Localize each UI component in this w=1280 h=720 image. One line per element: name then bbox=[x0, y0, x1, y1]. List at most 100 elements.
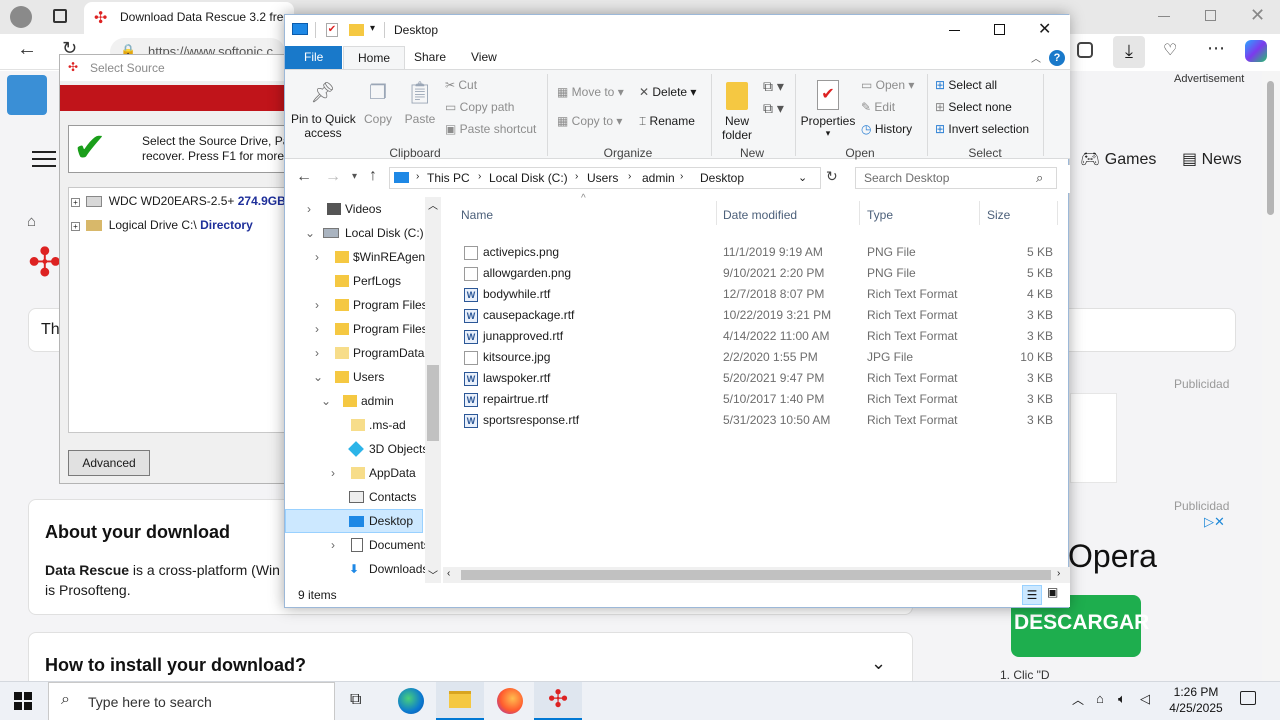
nav-item-program-files[interactable]: › Program Files bbox=[285, 293, 428, 317]
paste-shortcut-button[interactable]: ▣ Paste shortcut bbox=[445, 122, 536, 136]
breadcrumb-admin[interactable]: admin bbox=[642, 171, 675, 185]
drive-row-2[interactable]: + Logical Drive C:\ Directory bbox=[71, 218, 287, 232]
new-folder-quick-icon[interactable] bbox=[349, 24, 364, 36]
nav-item-winreagent[interactable]: › $WinREAgent bbox=[285, 245, 428, 269]
file-row[interactable]: Wsportsresponse.rtf 5/31/2023 10:50 AM Ric… bbox=[443, 410, 1063, 431]
hscroll-thumb[interactable] bbox=[461, 570, 1051, 580]
rename-button[interactable]: ⌶ Rename bbox=[639, 114, 695, 129]
tab-home[interactable]: Home bbox=[343, 46, 406, 69]
nav-item-contacts[interactable]: Contacts bbox=[285, 485, 425, 509]
network-icon[interactable]: ⌂ bbox=[1096, 691, 1104, 706]
nav-item-local-disk[interactable]: ⌄ Local Disk (C:) bbox=[285, 221, 425, 245]
taskbar-search[interactable]: ⌕ Type here to search bbox=[48, 682, 335, 720]
help-icon[interactable]: ? bbox=[1049, 50, 1065, 66]
nav-item-documents[interactable]: › Documents bbox=[285, 533, 430, 557]
history-button[interactable]: ◷ History bbox=[861, 122, 912, 136]
speaker-icon[interactable]: ◁ bbox=[1140, 691, 1150, 707]
expand-chevron-icon[interactable]: › bbox=[315, 341, 319, 365]
start-windows-icon[interactable] bbox=[14, 692, 32, 710]
column-name[interactable]: Name bbox=[461, 208, 493, 222]
expand-icon[interactable]: + bbox=[71, 198, 80, 207]
column-type[interactable]: Type bbox=[867, 208, 893, 222]
move-to-button[interactable]: ▦ Move to ▾ bbox=[557, 85, 624, 99]
back-icon[interactable]: ← bbox=[296, 168, 312, 186]
close-icon[interactable]: ✕ bbox=[1038, 19, 1051, 39]
file-row[interactable]: Wbodywhile.rtf 12/7/2018 8:07 PM Rich Text… bbox=[443, 284, 1063, 305]
scroll-left-icon[interactable]: ‹ bbox=[447, 568, 450, 579]
expand-chevron-icon[interactable]: › bbox=[307, 197, 311, 221]
maximize-icon[interactable] bbox=[994, 24, 1005, 35]
hamburger-menu-icon[interactable] bbox=[32, 151, 56, 167]
breadcrumb-this-pc[interactable]: This PC bbox=[427, 171, 470, 185]
search-input[interactable]: Search Desktop ⌕ bbox=[855, 167, 1057, 189]
pin-quick-access-button[interactable]: 📌︎ Pin to Quick access bbox=[291, 80, 356, 140]
select-all-button[interactable]: ⊞ Select all bbox=[935, 78, 997, 92]
scrollbar-thumb[interactable] bbox=[1267, 81, 1274, 215]
new-folder-button[interactable]: New folder bbox=[717, 80, 757, 142]
expand-chevron-icon[interactable]: › bbox=[315, 293, 319, 317]
nav-item-ms-ad[interactable]: .ms-ad bbox=[285, 413, 425, 437]
new-item-button[interactable]: ⧉ ▾ bbox=[763, 78, 784, 95]
copy-to-button[interactable]: ▦ Copy to ▾ bbox=[557, 114, 622, 128]
tray-chevron-icon[interactable]: ︿ bbox=[1072, 691, 1084, 708]
breadcrumb[interactable]: › This PC › Local Disk (C:) › Users › ad… bbox=[389, 167, 821, 189]
browser-minimize-icon[interactable] bbox=[1158, 16, 1170, 17]
horizontal-scrollbar[interactable]: ‹ › bbox=[443, 567, 1070, 583]
browser-scrollbar[interactable] bbox=[1262, 71, 1280, 681]
cut-button[interactable]: ✂ Cut bbox=[445, 78, 477, 92]
breadcrumb-users[interactable]: Users bbox=[587, 171, 618, 185]
properties-quick-icon[interactable]: ✔ bbox=[326, 23, 338, 37]
volume-icon[interactable]: 🔈︎ bbox=[1118, 691, 1126, 707]
large-icons-view-icon[interactable]: ▣ bbox=[1047, 585, 1063, 603]
column-date[interactable]: Date modified bbox=[723, 208, 797, 222]
downloads-icon[interactable]: ⤓ bbox=[1113, 36, 1145, 68]
drive-row-1[interactable]: + WDC WD20EARS-2.5+ 274.9GB D bbox=[71, 194, 287, 208]
properties-dropdown-icon[interactable]: ▾ bbox=[799, 128, 857, 139]
edge-icon[interactable] bbox=[398, 688, 424, 714]
performance-icon[interactable]: ♡ bbox=[1163, 40, 1177, 60]
minimize-icon[interactable] bbox=[949, 30, 960, 31]
expand-chevron-icon[interactable]: › bbox=[331, 533, 335, 557]
file-row[interactable]: allowgarden.png 9/10/2021 2:20 PM PNG File… bbox=[443, 263, 1063, 284]
expand-chevron-icon[interactable]: › bbox=[315, 245, 319, 269]
data-rescue-taskbar-icon[interactable]: ✣ bbox=[534, 682, 582, 720]
address-dropdown-icon[interactable]: ⌄ bbox=[798, 171, 807, 184]
file-row[interactable]: activepics.png 11/1/2019 9:19 AM PNG File 5… bbox=[443, 242, 1063, 263]
advanced-button[interactable]: Advanced bbox=[68, 450, 150, 476]
file-row[interactable]: Wrepairtrue.rtf 5/10/2017 1:40 PM Rich Tex… bbox=[443, 389, 1063, 410]
clock[interactable]: 1:26 PM 4/25/2025 bbox=[1162, 684, 1230, 716]
breadcrumb-desktop[interactable]: Desktop bbox=[700, 171, 744, 185]
collapse-chevron-icon[interactable]: ⌄ bbox=[313, 365, 323, 389]
browser-restore-icon[interactable] bbox=[1205, 10, 1216, 21]
expand-chevron-icon[interactable]: › bbox=[331, 461, 335, 485]
news-link[interactable]: ▤ News bbox=[1182, 149, 1242, 169]
browser-tab[interactable]: ✣ Download Data Rescue 3.2 free bbox=[84, 2, 294, 34]
nav-item-downloads[interactable]: ⬇ Downloads bbox=[285, 557, 428, 581]
nav-item-3d-objects[interactable]: 3D Objects bbox=[285, 437, 428, 461]
invert-selection-button[interactable]: ⊞ Invert selection bbox=[935, 122, 1029, 136]
scroll-down-icon[interactable]: ﹀ bbox=[428, 567, 438, 582]
tab-file[interactable]: File bbox=[285, 46, 343, 69]
file-row[interactable]: kitsource.jpg 2/2/2020 1:55 PM JPG File 10 … bbox=[443, 347, 1063, 368]
nav-scrollbar[interactable]: ︿ ﹀ bbox=[425, 197, 441, 583]
nav-scroll-thumb[interactable] bbox=[427, 365, 439, 441]
scroll-up-icon[interactable]: ︿ bbox=[428, 197, 438, 212]
up-icon[interactable]: ↑ bbox=[369, 167, 377, 185]
menu-dots-icon[interactable]: ⋯ bbox=[1207, 38, 1225, 59]
edit-button[interactable]: ✎ Edit bbox=[861, 100, 895, 114]
breadcrumb-local-disk[interactable]: Local Disk (C:) bbox=[489, 171, 568, 185]
source-list[interactable]: + WDC WD20EARS-2.5+ 274.9GB D + Logical … bbox=[68, 187, 290, 433]
customize-toolbar-icon[interactable]: ▾ bbox=[370, 23, 375, 34]
expand-icon[interactable]: + bbox=[71, 222, 80, 231]
tab-share[interactable]: Share bbox=[400, 46, 460, 69]
nav-item-program-files-x86[interactable]: › Program Files bbox=[285, 317, 428, 341]
chevron-down-icon[interactable]: ⌄ bbox=[871, 653, 886, 674]
extensions-icon[interactable] bbox=[1077, 42, 1093, 58]
easy-access-button[interactable]: ⧉ ▾ bbox=[763, 100, 784, 117]
browser-close-icon[interactable]: ✕ bbox=[1250, 5, 1265, 26]
task-view-icon[interactable]: ⧉ bbox=[350, 691, 361, 709]
firefox-icon[interactable] bbox=[497, 688, 523, 714]
file-explorer-taskbar-icon[interactable] bbox=[436, 682, 484, 720]
copilot-icon[interactable] bbox=[1245, 40, 1267, 62]
nav-item-desktop[interactable]: Desktop bbox=[285, 509, 423, 533]
